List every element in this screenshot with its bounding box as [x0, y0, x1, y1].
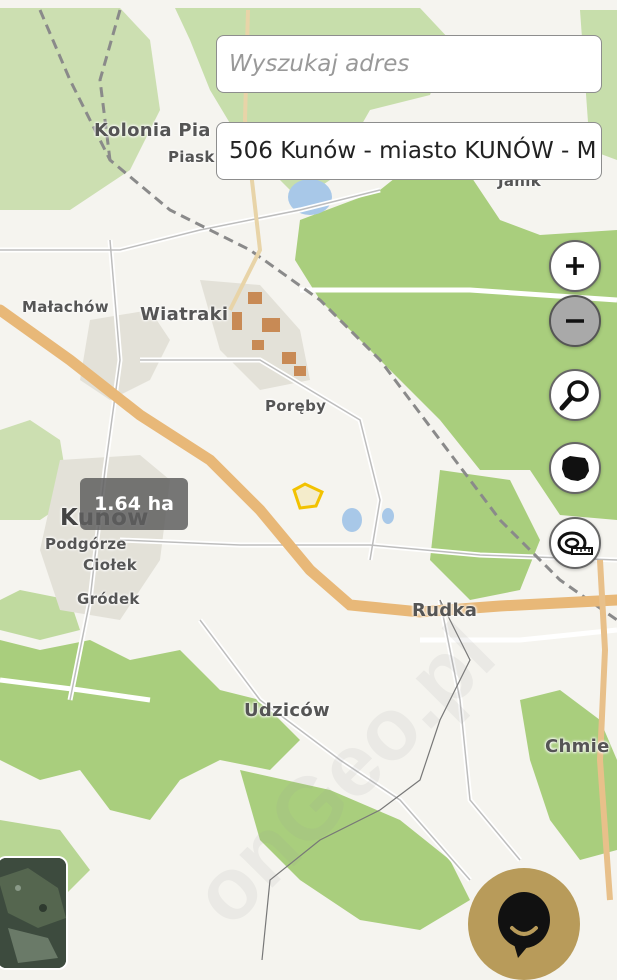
place-label-kolonia: Kolonia Pia [94, 120, 211, 141]
search-map-button[interactable] [549, 369, 601, 421]
poland-map-icon [562, 456, 589, 481]
poland-map-button[interactable] [549, 442, 601, 494]
place-label-piask: Piask [168, 148, 215, 166]
chat-button[interactable] [468, 868, 580, 980]
satellite-thumbnail-image [0, 858, 66, 968]
measure-tape-icon [557, 531, 593, 555]
zoom-in-icon [566, 257, 584, 275]
place-label-wiatraki: Wiatraki [140, 304, 229, 325]
zoom-in-button[interactable] [549, 240, 601, 292]
place-label-chmie: Chmie [545, 736, 610, 757]
chat-bubble-icon [498, 892, 550, 958]
place-label-podgorze: Podgórze [45, 535, 127, 553]
place-label-poreby: Poręby [265, 397, 327, 415]
place-label-ciolek: Ciołek [83, 556, 137, 574]
place-label-rudka: Rudka [412, 600, 478, 621]
place-label-udzicow: Udziców [244, 700, 330, 721]
zoom-out-button[interactable] [549, 295, 601, 347]
search-map-icon [559, 380, 589, 411]
address-search-input[interactable]: Wyszukaj adres [216, 35, 602, 93]
measure-button[interactable] [549, 517, 601, 569]
place-label-malachow: Małachów [22, 298, 109, 316]
satellite-layer-toggle[interactable] [0, 856, 68, 970]
parcel-id-field[interactable]: 506 Kunów - miasto KUNÓW - M [216, 122, 602, 180]
zoom-out-icon [566, 319, 584, 323]
parcel-area-label: 1.64 ha [80, 478, 188, 530]
svg-text:onGeo.pl: onGeo.pl [200, 620, 513, 943]
place-label-grodek: Gródek [77, 590, 140, 608]
